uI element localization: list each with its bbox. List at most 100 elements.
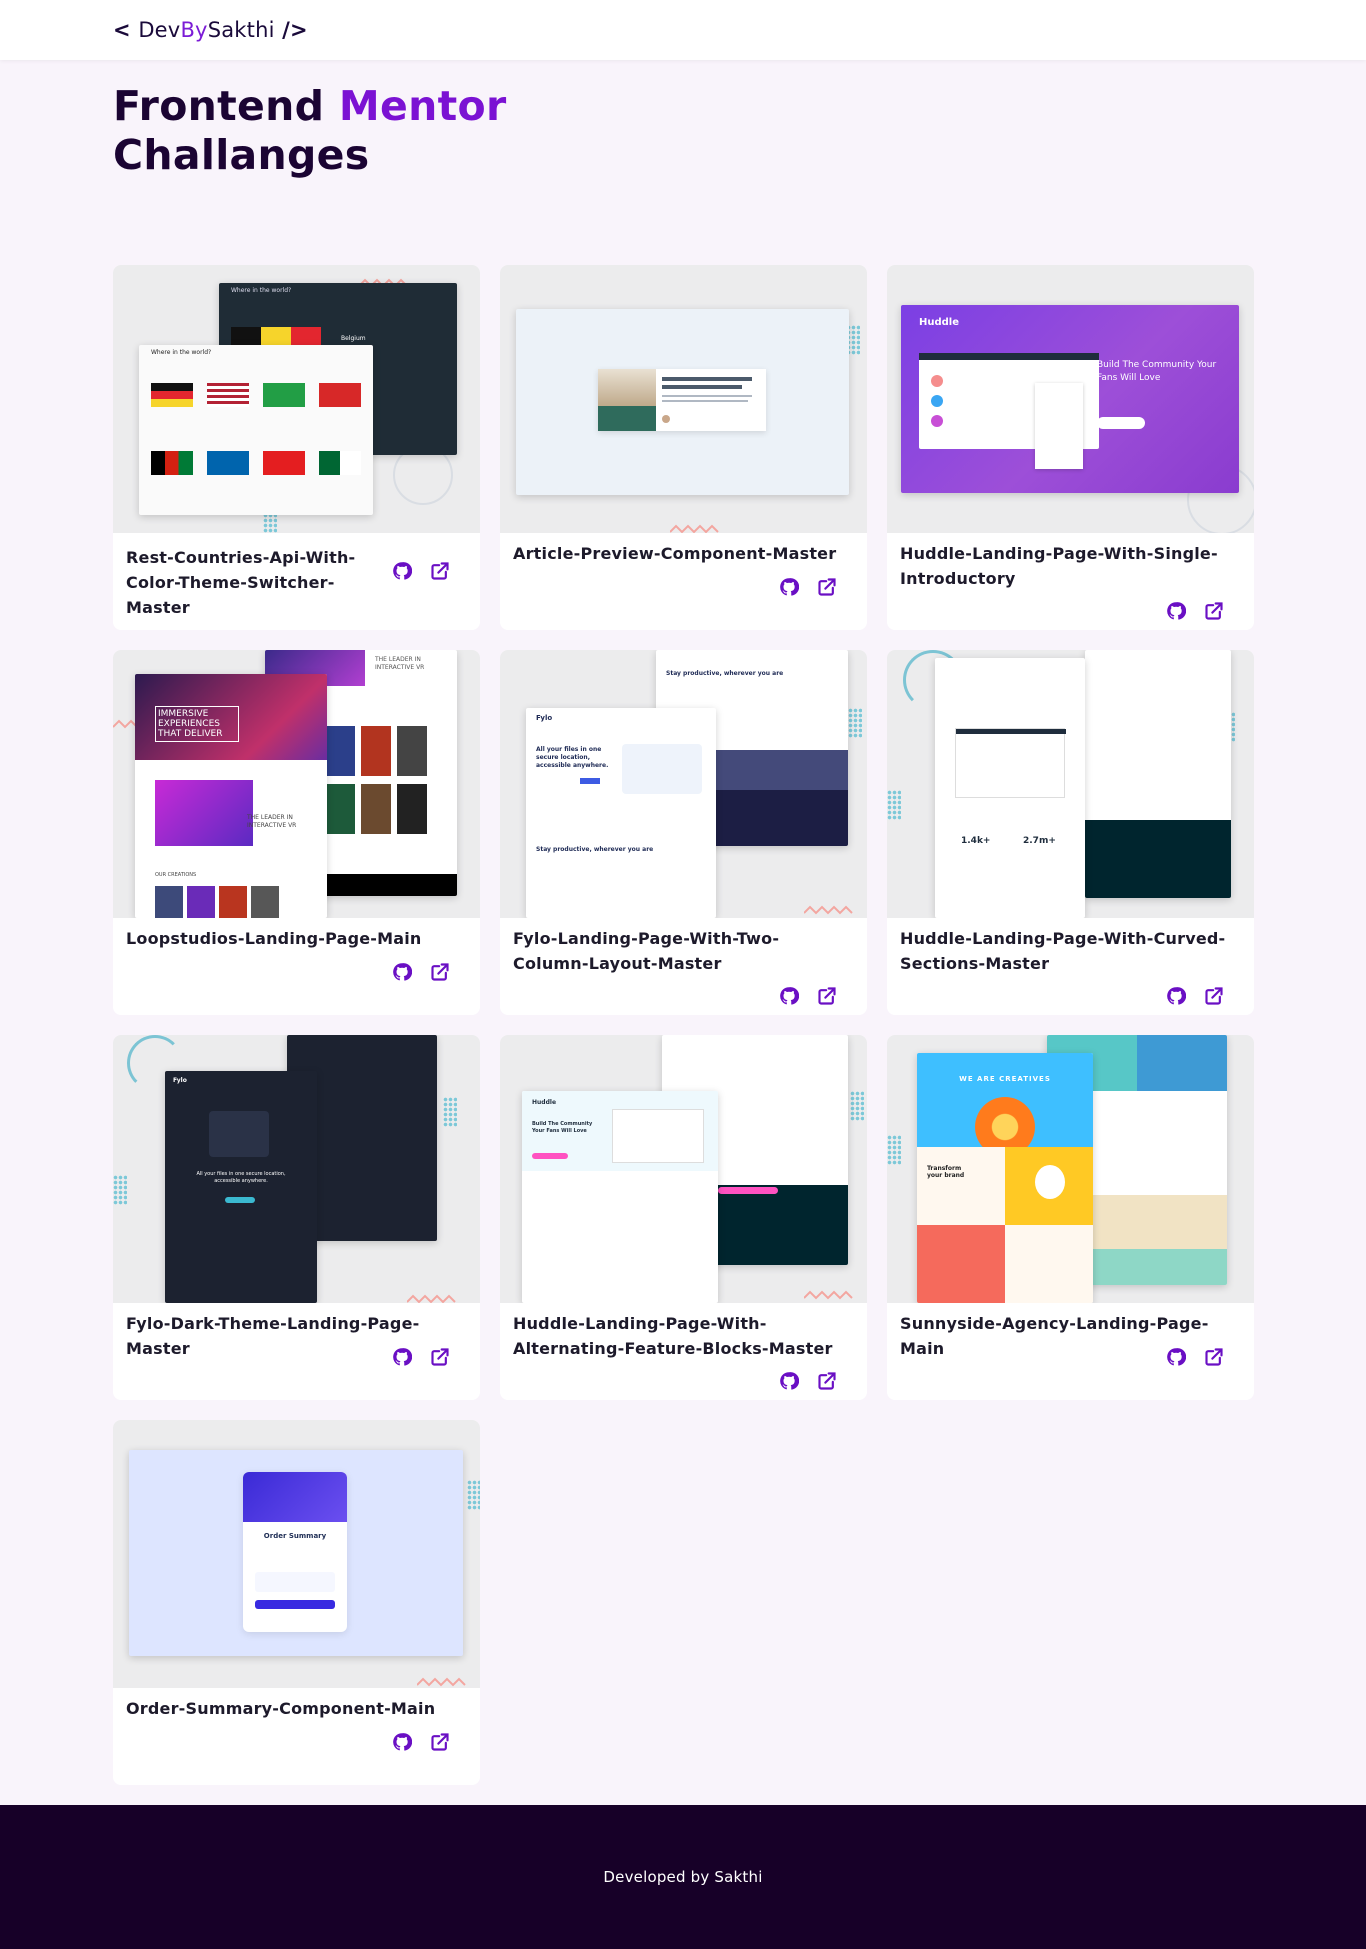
huddle3-tagline: Build The Community Your Fans Will Love — [532, 1121, 593, 1134]
dots-decoration — [848, 708, 862, 738]
huddle3-brand: Huddle — [532, 1099, 557, 1106]
github-icon[interactable] — [1166, 601, 1186, 621]
title-line2: Challanges — [113, 131, 370, 179]
project-card: Where in the world? Belgium Where in the… — [113, 265, 480, 630]
zigzag-decoration — [406, 1289, 457, 1303]
huddle-brand: Huddle — [919, 317, 960, 328]
external-link-icon[interactable] — [817, 986, 837, 1006]
project-card: Huddle Build The Community Your Fans Wil… — [500, 1035, 867, 1400]
project-thumbnail[interactable]: Order Summary — [113, 1420, 480, 1688]
screenshot-light: Where in the world? — [139, 345, 373, 515]
title-accent: Mentor — [338, 82, 507, 130]
project-card: WE ARE CREATIVES Transform your brand Su… — [887, 1035, 1254, 1400]
logo-open-bracket: < — [113, 18, 139, 42]
card-body: Huddle-Landing-Page-With-Alternating-Fea… — [500, 1303, 867, 1400]
huddle2-stat1: 1.4k+ — [961, 836, 991, 846]
page-title-section: Frontend Mentor Challanges — [0, 60, 1366, 265]
github-icon[interactable] — [392, 561, 412, 581]
project-links — [779, 986, 837, 1006]
project-title: Huddle-Landing-Page-With-Curved-Sections… — [900, 929, 1226, 973]
screenshot-fylo-front: Fylo All your files in one secure locati… — [526, 708, 716, 918]
screenshot-huddle3-front: Huddle Build The Community Your Fans Wil… — [522, 1091, 718, 1303]
project-links — [1166, 601, 1224, 621]
project-thumbnail[interactable]: Huddle Build The Community Your Fans Wil… — [887, 265, 1254, 533]
project-title: Huddle-Landing-Page-With-Single-Introduc… — [900, 544, 1218, 588]
fylo-dark-brand: Fylo — [173, 1077, 187, 1084]
order-title: Order Summary — [263, 1532, 327, 1540]
external-link-icon[interactable] — [430, 1347, 450, 1367]
project-card: 1.4k+ 2.7m+ Huddle-Landing-Page-With-Cur… — [887, 650, 1254, 1015]
dots-decoration — [443, 1097, 457, 1127]
project-thumbnail[interactable]: Stay productive, wherever you are Fylo A… — [500, 650, 867, 918]
dots-decoration — [887, 1135, 901, 1165]
project-links — [1166, 986, 1224, 1006]
rest-country-name: Belgium — [341, 335, 366, 342]
card-body: Rest-Countries-Api-With-Color-Theme-Swit… — [113, 533, 480, 630]
card-body: Sunnyside-Agency-Landing-Page-Main — [887, 1303, 1254, 1400]
dots-decoration — [887, 790, 901, 820]
site-logo[interactable]: < DevBySakthi /> — [113, 18, 308, 42]
project-card: Article-Preview-Component-Master — [500, 265, 867, 630]
page-title: Frontend Mentor Challanges — [113, 82, 1366, 180]
fylo-headline: All your files in one secure location, a… — [536, 746, 609, 769]
card-body: Huddle-Landing-Page-With-Curved-Sections… — [887, 918, 1254, 1015]
logo-dev: Dev — [138, 18, 181, 42]
huddle-tagline: Build The Community Your Fans Will Love — [1097, 360, 1217, 383]
card-body: Fylo-Landing-Page-With-Two-Column-Layout… — [500, 918, 867, 1015]
external-link-icon[interactable] — [1204, 1347, 1224, 1367]
external-link-icon[interactable] — [430, 561, 450, 581]
screenshot-huddle2-back — [1085, 650, 1231, 898]
card-body: Article-Preview-Component-Master — [500, 533, 867, 630]
card-body: Huddle-Landing-Page-With-Single-Introduc… — [887, 533, 1254, 630]
project-thumbnail[interactable]: THE LEADER IN INTERACTIVE VR IMMERSIVE E… — [113, 650, 480, 918]
card-body: Order-Summary-Component-Main — [113, 1688, 480, 1785]
zigzag-decoration — [669, 519, 720, 533]
project-title: Article-Preview-Component-Master — [513, 544, 837, 563]
project-thumbnail[interactable] — [500, 265, 867, 533]
github-icon[interactable] — [392, 1347, 412, 1367]
project-thumbnail[interactable]: WE ARE CREATIVES Transform your brand — [887, 1035, 1254, 1303]
top-navbar: < DevBySakthi /> — [0, 0, 1366, 60]
loop-leader-back: THE LEADER IN INTERACTIVE VR — [375, 656, 425, 671]
project-thumbnail[interactable]: Where in the world? Belgium Where in the… — [113, 265, 480, 533]
screenshot-article — [516, 309, 849, 495]
logo-sakthi: Sakthi — [207, 18, 275, 42]
rest-header-dark: Where in the world? — [231, 287, 292, 294]
fylo-productive-front: Stay productive, wherever you are — [536, 846, 654, 853]
project-links — [392, 962, 450, 982]
project-links — [779, 577, 837, 597]
project-title: Rest-Countries-Api-With-Color-Theme-Swit… — [126, 548, 356, 617]
project-links — [392, 1347, 450, 1367]
github-icon[interactable] — [1166, 986, 1186, 1006]
card-body: Fylo-Dark-Theme-Landing-Page-Master — [113, 1303, 480, 1400]
screenshot-order: Order Summary — [129, 1450, 463, 1656]
dots-decoration — [850, 1091, 864, 1121]
project-thumbnail[interactable]: Fylo All your files in one secure locati… — [113, 1035, 480, 1303]
external-link-icon[interactable] — [1204, 986, 1224, 1006]
github-icon[interactable] — [1166, 1347, 1186, 1367]
project-thumbnail[interactable]: 1.4k+ 2.7m+ — [887, 650, 1254, 918]
github-icon[interactable] — [779, 1371, 799, 1391]
project-links — [1166, 1347, 1224, 1367]
screenshot-sunny-front: WE ARE CREATIVES Transform your brand — [917, 1053, 1093, 1303]
screenshot-loop-front: IMMERSIVE EXPERIENCES THAT DELIVER THE L… — [135, 674, 327, 918]
zigzag-decoration — [803, 900, 854, 915]
github-icon[interactable] — [392, 962, 412, 982]
logo-close-bracket: /> — [274, 18, 308, 42]
huddle2-stat2: 2.7m+ — [1023, 836, 1056, 846]
project-thumbnail[interactable]: Huddle Build The Community Your Fans Wil… — [500, 1035, 867, 1303]
external-link-icon[interactable] — [817, 1371, 837, 1391]
external-link-icon[interactable] — [1204, 601, 1224, 621]
project-card: THE LEADER IN INTERACTIVE VR IMMERSIVE E… — [113, 650, 480, 1015]
fylo-dark-headline: All your files in one secure location, a… — [196, 1171, 286, 1184]
loop-creations: OUR CREATIONS — [155, 872, 197, 878]
external-link-icon[interactable] — [430, 1732, 450, 1752]
project-card: Stay productive, wherever you are Fylo A… — [500, 650, 867, 1015]
external-link-icon[interactable] — [817, 577, 837, 597]
card-body: Loopstudios-Landing-Page-Main — [113, 918, 480, 1015]
project-links — [392, 541, 467, 581]
github-icon[interactable] — [392, 1732, 412, 1752]
github-icon[interactable] — [779, 577, 799, 597]
external-link-icon[interactable] — [430, 962, 450, 982]
github-icon[interactable] — [779, 986, 799, 1006]
